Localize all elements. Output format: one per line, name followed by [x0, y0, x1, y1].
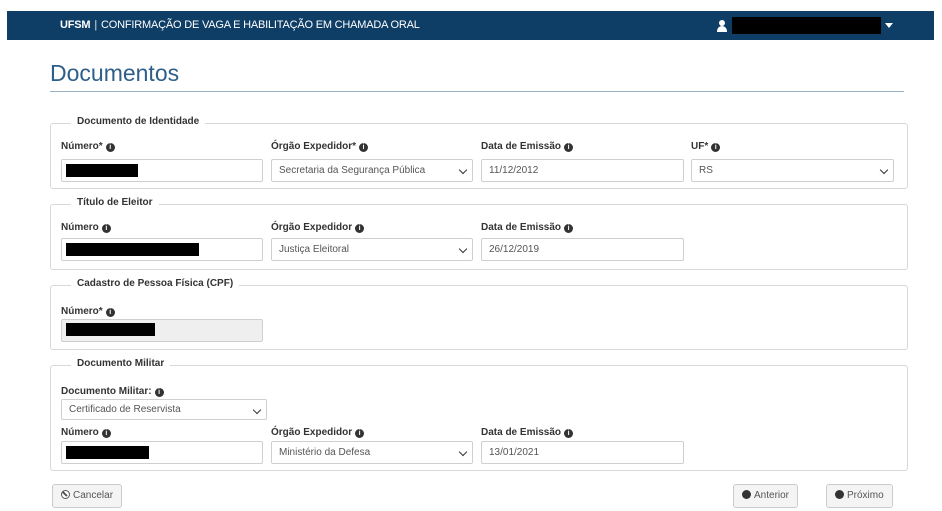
chevron-down-icon: [879, 165, 889, 175]
info-icon[interactable]: i: [154, 388, 164, 397]
cancel-button[interactable]: Cancelar: [52, 484, 123, 508]
field-label: Número i: [61, 222, 111, 233]
redacted-value: [66, 164, 138, 177]
brand-separator: |: [94, 19, 98, 31]
arrow-left-circle-icon: [742, 490, 751, 499]
chevron-down-icon: [458, 244, 468, 254]
identidade-data-input[interactable]: 11/12/2012: [481, 159, 684, 182]
user-menu[interactable]: [715, 16, 893, 35]
section-legend: Título de Eleitor: [71, 197, 159, 208]
identidade-uf-select[interactable]: RS: [691, 159, 894, 182]
label-text: Órgão Expedidor: [271, 222, 353, 233]
info-icon[interactable]: i: [359, 143, 369, 152]
button-label: Próximo: [847, 490, 884, 501]
field-label: Número* i: [61, 141, 115, 152]
select-value: Secretaria da Segurança Pública: [279, 165, 426, 176]
redacted-value: [66, 243, 199, 256]
brand-name: UFSM: [60, 19, 91, 31]
field-label: UF* i: [691, 141, 721, 152]
militar-numero-input[interactable]: [61, 441, 263, 464]
label-text: Documento Militar:: [61, 386, 152, 397]
arrow-right-circle-icon: [835, 490, 844, 499]
select-value: Justiça Eleitoral: [279, 244, 350, 255]
chevron-down-icon: [458, 447, 468, 457]
section-legend: Cadastro de Pessoa Física (CPF): [71, 278, 240, 289]
select-value: RS: [699, 165, 713, 176]
label-text: Data de Emissão: [481, 222, 562, 233]
select-value: Ministério da Defesa: [279, 447, 371, 458]
top-bar: UFSM | CONFIRMAÇÃO DE VAGA E HABILITAÇÃO E…: [7, 11, 934, 40]
section-identidade: Documento de Identidade Número* i Órgão E…: [50, 116, 908, 189]
field-label: Órgão Expedidor* i: [271, 141, 369, 152]
militar-tipo-select[interactable]: Certificado de Reservista: [61, 399, 267, 420]
label-text: Data de Emissão: [481, 427, 562, 438]
info-icon[interactable]: i: [564, 429, 574, 438]
identidade-orgao-select[interactable]: Secretaria da Segurança Pública: [271, 159, 473, 182]
info-icon[interactable]: i: [711, 143, 721, 152]
label-text: Número: [61, 222, 99, 233]
section-legend: Documento de Identidade: [71, 116, 206, 127]
info-icon[interactable]: i: [101, 429, 111, 438]
field-label: Data de Emissão i: [481, 141, 574, 152]
info-icon[interactable]: i: [564, 143, 574, 152]
label-text: UF*: [691, 141, 709, 152]
app-title: CONFIRMAÇÃO DE VAGA E HABILITAÇÃO EM CHA…: [101, 19, 420, 31]
label-text: Número*: [61, 306, 103, 317]
next-button[interactable]: Próximo: [826, 484, 893, 508]
section-titulo-eleitor: Título de Eleitor Número i Órgão Expedido…: [50, 197, 908, 270]
ban-icon: [61, 490, 70, 499]
redacted-value: [66, 323, 155, 336]
field-label: Data de Emissão i: [481, 222, 574, 233]
caret-down-icon: [885, 23, 893, 28]
chevron-down-icon: [252, 405, 262, 415]
field-label: Órgão Expedidor i: [271, 222, 365, 233]
militar-orgao-select[interactable]: Ministério da Defesa: [271, 441, 473, 464]
identidade-numero-input[interactable]: [61, 159, 263, 182]
info-icon[interactable]: i: [355, 429, 365, 438]
cpf-numero-input[interactable]: [61, 319, 263, 342]
info-icon[interactable]: i: [105, 143, 115, 152]
button-label: Anterior: [754, 490, 790, 501]
field-label: Documento Militar: i: [61, 386, 164, 397]
section-documento-militar: Documento Militar Documento Militar: i Ce…: [50, 358, 908, 471]
section-cpf: Cadastro de Pessoa Física (CPF) Número* i: [50, 278, 908, 350]
label-text: Órgão Expedidor*: [271, 141, 357, 152]
previous-button[interactable]: Anterior: [733, 484, 799, 508]
titulo-orgao-select[interactable]: Justiça Eleitoral: [271, 238, 473, 261]
field-label: Número i: [61, 427, 111, 438]
info-icon[interactable]: i: [101, 224, 111, 233]
field-label: Número* i: [61, 306, 115, 317]
chevron-down-icon: [458, 165, 468, 175]
user-icon: [717, 20, 727, 32]
field-label: Data de Emissão i: [481, 427, 574, 438]
titulo-numero-input[interactable]: [61, 238, 263, 261]
user-name-redacted: [732, 17, 881, 34]
titulo-data-input[interactable]: 26/12/2019: [481, 238, 684, 261]
select-value: Certificado de Reservista: [69, 404, 181, 415]
title-divider: [50, 91, 904, 92]
label-text: Número*: [61, 141, 103, 152]
label-text: Órgão Expedidor: [271, 427, 353, 438]
militar-data-input[interactable]: 13/01/2021: [481, 441, 684, 464]
info-icon[interactable]: i: [355, 224, 365, 233]
field-label: Órgão Expedidor i: [271, 427, 365, 438]
info-icon[interactable]: i: [564, 224, 574, 233]
redacted-value: [66, 446, 149, 459]
label-text: Número: [61, 427, 99, 438]
app-header-title: UFSM | CONFIRMAÇÃO DE VAGA E HABILITAÇÃO E…: [60, 19, 420, 31]
button-label: Cancelar: [73, 490, 114, 501]
label-text: Data de Emissão: [481, 141, 562, 152]
page-title: Documentos: [50, 60, 180, 86]
info-icon[interactable]: i: [105, 308, 115, 317]
section-legend: Documento Militar: [71, 358, 171, 369]
